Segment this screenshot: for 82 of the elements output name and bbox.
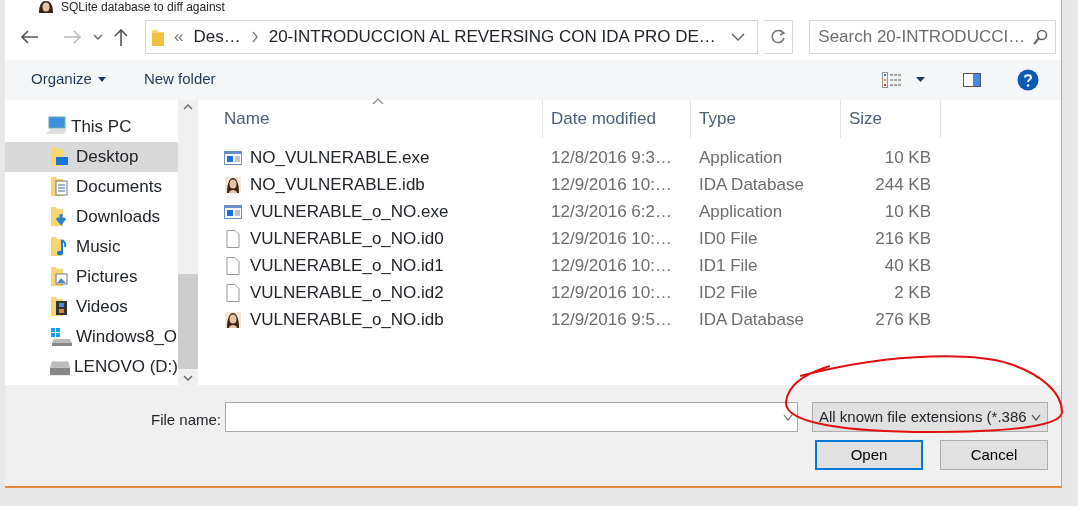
scroll-up-icon: [183, 103, 193, 110]
date-cell-text: 12/9/2016 10:…: [550, 255, 673, 278]
figure-icon: [37, 0, 55, 13]
file-icon: [224, 284, 242, 303]
column-header[interactable]: Date modified: [543, 99, 691, 138]
nav-item[interactable]: Pictures: [5, 261, 178, 292]
type-cell-text: IDA Database: [698, 174, 805, 197]
file-name[interactable]: VULNERABLE_o_NO.id2: [250, 280, 444, 306]
preview-pane-icon: [963, 72, 981, 87]
size-cell-text: 10 KB: [883, 147, 932, 170]
help-icon: [1017, 68, 1039, 91]
scrollbar[interactable]: [178, 99, 198, 386]
column-header[interactable]: Name: [216, 99, 543, 138]
search-field[interactable]: Search 20-INTRODUCCI…: [809, 19, 1056, 54]
drive-icon: [50, 326, 72, 348]
forward-arrow-icon: [63, 28, 83, 45]
date-cell-text: 12/3/2016 6:2…: [550, 201, 673, 224]
search-icon: [1032, 28, 1048, 45]
date-cell-text: 12/9/2016 9:5…: [550, 309, 673, 332]
file-type-dropdown[interactable]: All known file extensions (*.386: [812, 402, 1048, 433]
nav-item[interactable]: Desktop: [5, 141, 178, 172]
date-cell-text: 12/9/2016 10:…: [550, 174, 673, 197]
chevron-down-icon: [93, 32, 103, 41]
date-cell-text: 12/9/2016 10:…: [550, 228, 673, 251]
overflow-chevron[interactable]: «: [174, 24, 184, 50]
chevron-down-icon: [1031, 413, 1041, 421]
type-cell-text: ID2 File: [698, 282, 759, 305]
nav-item[interactable]: Windows8_O: [5, 321, 178, 352]
size-cell-text: 40 KB: [883, 255, 932, 278]
column-header[interactable]: Type: [691, 99, 841, 138]
new-folder-button[interactable]: New folder: [135, 64, 224, 95]
nav-item[interactable]: Music: [5, 231, 178, 262]
file-name[interactable]: VULNERABLE_o_NO.id0: [250, 226, 444, 252]
size-cell-text: 276 KB: [874, 309, 932, 332]
field-label: File name:: [151, 410, 222, 431]
figure-icon: [224, 176, 242, 195]
nav-item[interactable]: Videos: [5, 291, 178, 322]
breadcrumb[interactable]: 20-INTRODUCCION AL REVERSING CON IDA PRO DE…: [268, 24, 716, 50]
scroll-down-icon: [183, 375, 193, 382]
file-icon: [224, 257, 242, 276]
address-bar[interactable]: « Des… 20-INTRODUCCION AL REVERSING CON IDA PRO DE…: [145, 19, 758, 54]
file-name[interactable]: VULNERABLE_o_NO.exe: [250, 199, 449, 225]
column-header[interactable]: Size: [841, 99, 941, 138]
breadcrumb[interactable]: Des…: [193, 24, 241, 50]
nav-item[interactable]: Documents: [5, 171, 178, 202]
open-button[interactable]: Open: [815, 440, 923, 471]
nav-item[interactable]: Downloads: [5, 201, 178, 232]
type-cell-text: Application: [698, 201, 784, 224]
window-title: SQLite database to diff against: [61, 0, 225, 13]
back-arrow-icon: [19, 28, 39, 45]
size-cell-text: 10 KB: [883, 201, 932, 224]
type-cell-text: Application: [698, 147, 784, 170]
type-cell-text: IDA Database: [698, 309, 805, 332]
chevron-right-icon: [250, 30, 259, 43]
view-list-icon: [882, 71, 902, 88]
nav-item[interactable]: This PC: [5, 111, 178, 142]
application-icon: [224, 149, 242, 168]
chevron-down-icon: [783, 413, 793, 421]
file-icon: [224, 230, 242, 249]
organize-menu[interactable]: Organize: [23, 64, 114, 95]
type-cell-text: ID1 File: [698, 255, 759, 278]
file-name[interactable]: NO_VULNERABLE.exe: [250, 145, 430, 171]
caret-icon: [916, 77, 925, 83]
size-cell-text: 2 KB: [893, 282, 932, 305]
file-name[interactable]: NO_VULNERABLE.idb: [250, 172, 425, 198]
file-name[interactable]: VULNERABLE_o_NO.id1: [250, 253, 444, 279]
file-name[interactable]: VULNERABLE_o_NO.idb: [250, 307, 444, 333]
refresh-button[interactable]: [763, 19, 794, 54]
application-icon: [224, 203, 242, 222]
type-cell-text: ID0 File: [698, 228, 759, 251]
dropdown-chevron-icon: [730, 31, 745, 42]
date-cell-text: 12/9/2016 10:…: [550, 282, 673, 305]
nav-item[interactable]: LENOVO (D:): [5, 351, 178, 382]
figure-icon: [224, 311, 242, 330]
size-cell-text: 244 KB: [874, 174, 932, 197]
folder-icon: [152, 27, 164, 46]
cancel-button[interactable]: Cancel: [940, 440, 1048, 471]
up-arrow-icon: [113, 26, 129, 47]
size-cell-text: 216 KB: [874, 228, 932, 251]
date-cell-text: 12/8/2016 9:3…: [550, 147, 673, 170]
refresh-icon: [770, 28, 787, 45]
caret-icon: [97, 77, 106, 83]
